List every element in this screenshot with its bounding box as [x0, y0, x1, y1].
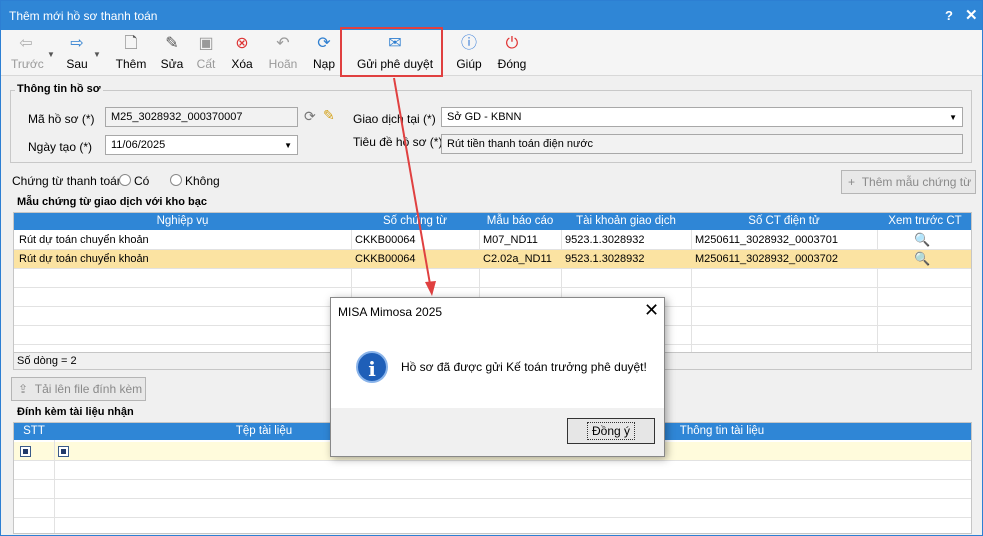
dialog-message: Hồ sơ đã được gửi Kế toán trưởng phê duy…	[401, 360, 647, 374]
ok-button[interactable]: Đồng ý	[567, 418, 655, 444]
dialog-footer: Đồng ý	[331, 408, 664, 456]
close-icon[interactable]: ✕	[644, 300, 659, 321]
info-icon: i	[356, 351, 388, 383]
message-dialog: MISA Mimosa 2025 ✕ i Hồ sơ đã được gửi K…	[330, 297, 665, 457]
dialog-title: MISA Mimosa 2025	[338, 305, 443, 319]
